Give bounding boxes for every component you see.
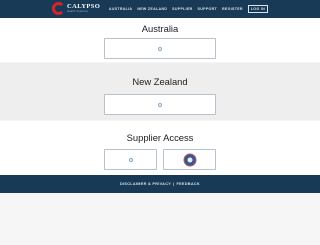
australia-title: Australia	[141, 23, 179, 34]
main-nav: AUSTRALIA NEW ZEALAND SUPPLIER SUPPORT R…	[109, 0, 268, 18]
portal-logo	[158, 102, 162, 107]
calypso-logo-icon	[52, 2, 65, 15]
page-background	[0, 193, 320, 245]
footer: DISCLAIMER & PRIVACY | FEEDBACK	[0, 175, 320, 193]
calypso-logo[interactable]: CALYPSO Health Systems	[52, 2, 100, 16]
footer-links: DISCLAIMER & PRIVACY | FEEDBACK	[0, 182, 320, 186]
login-button[interactable]: LOG IN	[247, 5, 268, 13]
new-zealand-title: New Zealand	[132, 76, 188, 87]
feedback-link[interactable]: FEEDBACK	[176, 182, 200, 186]
new-zealand-section: New Zealand	[0, 63, 320, 120]
portal-logo	[128, 157, 133, 162]
australia-portal-card[interactable]	[104, 38, 216, 59]
supplier-access-section: Supplier Access	[0, 121, 320, 175]
new-zealand-portal-card[interactable]	[104, 94, 216, 115]
logo-text: CALYPSO	[67, 3, 101, 10]
top-nav-bar: CALYPSO Health Systems AUSTRALIA NEW ZEA…	[0, 0, 320, 18]
supplier-portal-card[interactable]	[104, 149, 157, 170]
supplier-badge-card[interactable]	[163, 149, 216, 170]
nav-support[interactable]: SUPPORT	[198, 7, 217, 11]
portal-ring-icon	[158, 102, 162, 107]
nav-new-zealand[interactable]: NEW ZEALAND	[137, 7, 167, 11]
globe-badge-icon	[183, 153, 196, 166]
nav-register[interactable]: REGISTER	[222, 7, 243, 11]
footer-separator: |	[173, 182, 175, 186]
nav-australia[interactable]: AUSTRALIA	[109, 7, 132, 11]
portal-logo	[158, 46, 162, 51]
portal-ring-icon	[128, 157, 133, 162]
australia-section: Australia	[0, 18, 320, 62]
portal-ring-icon	[158, 46, 162, 51]
logo-subtext: Health Systems	[67, 10, 88, 13]
nav-supplier[interactable]: SUPPLIER	[172, 7, 192, 11]
disclaimer-privacy-link[interactable]: DISCLAIMER & PRIVACY	[120, 182, 171, 186]
supplier-access-title: Supplier Access	[126, 132, 194, 143]
